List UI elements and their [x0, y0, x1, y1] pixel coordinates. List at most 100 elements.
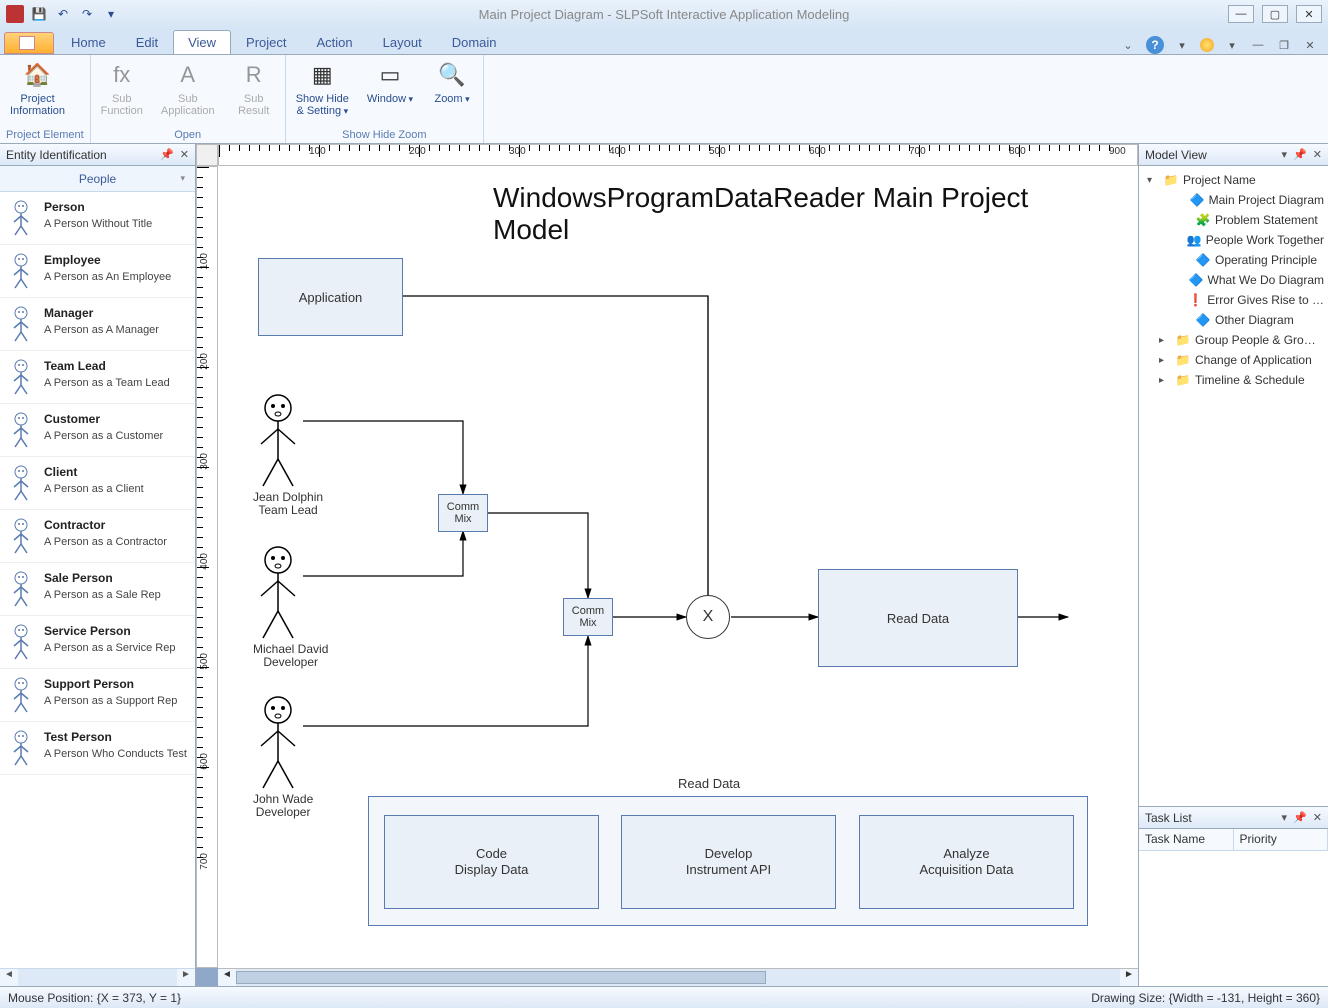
tree-root[interactable]: ▾📁Project Name [1139, 170, 1328, 190]
person-john[interactable]: John WadeDeveloper [253, 696, 313, 819]
tree-twisty-icon[interactable]: ▸ [1159, 355, 1171, 366]
qat-dropdown-icon[interactable]: ▾ [102, 5, 120, 23]
tree-node-icon: 📁 [1175, 332, 1191, 348]
tree-folder-0[interactable]: ▸📁Group People & Gro… [1139, 330, 1328, 350]
app-icon [6, 5, 24, 23]
panel-pos-icon[interactable]: ▾ [1282, 811, 1288, 824]
tree-twisty-icon[interactable]: ▸ [1159, 375, 1171, 386]
ribbon-window[interactable]: ▭Window [363, 57, 417, 107]
node-develop[interactable]: Develop Instrument API [621, 815, 836, 909]
entity-title: Test Person [44, 730, 187, 744]
node-commmix-1[interactable]: Comm Mix [438, 494, 488, 532]
close-icon[interactable]: ✕ [1313, 148, 1322, 161]
tree-folder-2[interactable]: ▸📁Timeline & Schedule [1139, 370, 1328, 390]
entity-item-client[interactable]: ClientA Person as a Client [0, 457, 195, 510]
tree-item-5[interactable]: ❗Error Gives Rise to … [1139, 290, 1328, 310]
person-icon [8, 359, 34, 395]
tab-edit[interactable]: Edit [121, 30, 173, 54]
node-x-gate[interactable]: X [686, 595, 730, 639]
ribbon-zoom[interactable]: 🔍Zoom [427, 57, 477, 107]
person-michael[interactable]: Michael DavidDeveloper [253, 546, 328, 669]
close-icon[interactable]: ✕ [180, 148, 189, 161]
tree-node-icon: 👥 [1187, 232, 1202, 248]
model-view-tree[interactable]: ▾📁Project Name🔷Main Project Diagram🧩Prob… [1139, 166, 1328, 806]
node-read-data[interactable]: Read Data [818, 569, 1018, 667]
ribbon-group-label: Open [97, 127, 279, 143]
tree-twisty-icon[interactable]: ▸ [1159, 335, 1171, 346]
tab-action[interactable]: Action [302, 30, 368, 54]
entity-item-team-lead[interactable]: Team LeadA Person as a Team Lead [0, 351, 195, 404]
node-commmix-2[interactable]: Comm Mix [563, 598, 613, 636]
maximize-button[interactable]: ▢ [1262, 5, 1288, 23]
tree-folder-1[interactable]: ▸📁Change of Application [1139, 350, 1328, 370]
panel-restore-icon[interactable]: ❐ [1276, 37, 1292, 53]
tab-home[interactable]: Home [56, 30, 121, 54]
help-icon[interactable]: ? [1146, 36, 1164, 54]
entity-hscroll[interactable]: ◄► [0, 968, 195, 986]
status-orb-icon[interactable] [1200, 38, 1214, 52]
node-analyze[interactable]: Analyze Acquisition Data [859, 815, 1074, 909]
chevron-down-icon[interactable]: ▾ [1174, 37, 1190, 53]
tree-node-icon: 🧩 [1195, 212, 1211, 228]
qat-redo-icon[interactable]: ↷ [78, 5, 96, 23]
pin-icon[interactable]: 📌 [1293, 811, 1307, 824]
tree-label: Main Project Diagram [1209, 193, 1324, 207]
tree-item-0[interactable]: 🔷 Main Project Diagram [1139, 190, 1328, 210]
col-taskname[interactable]: Task Name [1139, 829, 1234, 850]
panel-minimize-icon[interactable]: ― [1250, 37, 1266, 53]
panel-close-icon[interactable]: ✕ [1302, 37, 1318, 53]
tree-item-4[interactable]: 🔷What We Do Diagram [1139, 270, 1328, 290]
tab-domain[interactable]: Domain [437, 30, 512, 54]
tree-node-icon: 🔷 [1190, 192, 1205, 208]
panel-header-entity: Entity Identification 📌 ✕ [0, 144, 195, 166]
close-button[interactable]: ✕ [1296, 5, 1322, 23]
entity-item-contractor[interactable]: ContractorA Person as a Contractor [0, 510, 195, 563]
tab-view[interactable]: View [173, 30, 231, 54]
qat-undo-icon[interactable]: ↶ [54, 5, 72, 23]
entity-item-manager[interactable]: ManagerA Person as A Manager [0, 298, 195, 351]
file-tab[interactable] [4, 32, 54, 54]
close-icon[interactable]: ✕ [1313, 811, 1322, 824]
entity-item-sale-person[interactable]: Sale PersonA Person as a Sale Rep [0, 563, 195, 616]
qat-save-icon[interactable]: 💾 [30, 5, 48, 23]
panel-pos-icon[interactable]: ▾ [1282, 148, 1288, 161]
entity-title: Customer [44, 412, 163, 426]
person-jean[interactable]: Jean DolphinTeam Lead [253, 394, 323, 517]
minimize-button[interactable]: ― [1228, 5, 1254, 23]
entity-item-support-person[interactable]: Support PersonA Person as a Support Rep [0, 669, 195, 722]
right-panels: Model View ▾📌✕ ▾📁Project Name🔷Main Proje… [1138, 144, 1328, 986]
entity-item-employee[interactable]: EmployeeA Person as An Employee [0, 245, 195, 298]
canvas-surface[interactable]: WindowsProgramDataReader Main Project Mo… [218, 166, 1138, 968]
ribbon-show-hide-&-setting[interactable]: ▦Show Hide& Setting [292, 57, 353, 119]
ribbon-options-icon[interactable]: ⌄ [1120, 37, 1136, 53]
ribbon-label: SubFunction [101, 93, 143, 117]
entity-desc: A Person as a Team Lead [44, 377, 170, 389]
tree-node-icon: 📁 [1163, 172, 1179, 188]
tree-twisty-icon[interactable]: ▾ [1147, 175, 1159, 186]
pin-icon[interactable]: 📌 [1293, 148, 1307, 161]
entity-desc: A Person Who Conducts Test [44, 748, 187, 760]
entity-item-person[interactable]: PersonA Person Without Title [0, 192, 195, 245]
tree-item-2[interactable]: 👥People Work Together [1139, 230, 1328, 250]
ribbon-project-information[interactable]: 🏠ProjectInformation [6, 57, 69, 119]
tab-layout[interactable]: Layout [368, 30, 437, 54]
tree-item-3[interactable]: 🔷Operating Principle [1139, 250, 1328, 270]
canvas-scroll[interactable]: WindowsProgramDataReader Main Project Mo… [218, 166, 1138, 968]
group-read-data[interactable]: Code Display Data Develop Instrument API… [368, 796, 1088, 926]
pin-icon[interactable]: 📌 [160, 148, 174, 161]
col-priority[interactable]: Priority [1234, 829, 1328, 850]
node-code[interactable]: Code Display Data [384, 815, 599, 909]
tab-project[interactable]: Project [231, 30, 301, 54]
entity-item-service-person[interactable]: Service PersonA Person as a Service Rep [0, 616, 195, 669]
ribbon-icon: fx [106, 59, 138, 91]
entity-item-test-person[interactable]: Test Person A Person Who Conducts Test [0, 722, 195, 775]
entity-list[interactable]: PersonA Person Without TitleEmployeeA Pe… [0, 192, 195, 968]
entity-category-select[interactable]: People [0, 166, 195, 192]
canvas-hscrollbar[interactable]: ◄► [218, 968, 1138, 986]
tree-item-6[interactable]: 🔷Other Diagram [1139, 310, 1328, 330]
entity-item-customer[interactable]: CustomerA Person as a Customer [0, 404, 195, 457]
ribbon: 🏠ProjectInformationProject ElementfxSubF… [0, 54, 1328, 144]
node-application[interactable]: Application [258, 258, 403, 336]
chevron-down-icon-2[interactable]: ▾ [1224, 37, 1240, 53]
tree-item-1[interactable]: 🧩Problem Statement [1139, 210, 1328, 230]
